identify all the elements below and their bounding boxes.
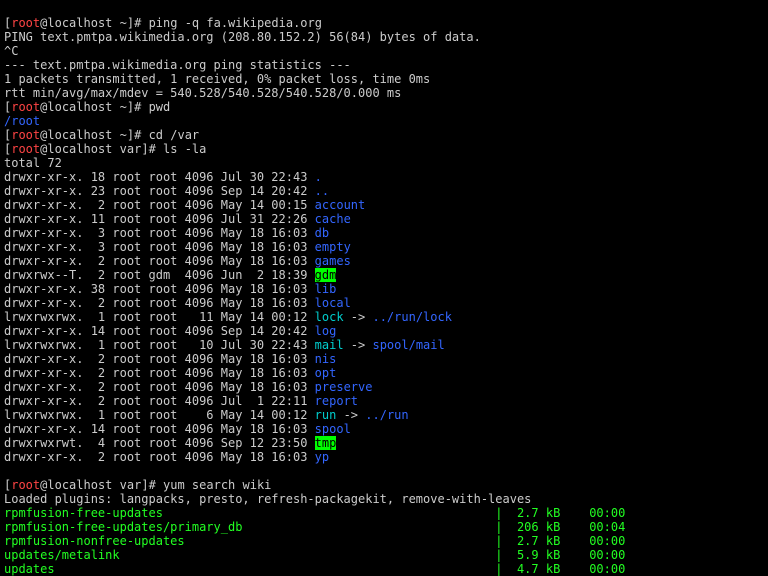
yum-row: rpmfusion-free-updates | 2.7 kB 00:00 [4, 506, 764, 520]
prompt: [root@localhost var]# [4, 142, 156, 156]
ls-row: drwxr-xr-x. 18 root root 4096 Jul 30 22:… [4, 170, 764, 184]
ls-row: drwxr-xr-x. 11 root root 4096 Jul 31 22:… [4, 212, 764, 226]
yum-row: rpmfusion-free-updates/primary_db | 206 … [4, 520, 764, 534]
cmd: ping -q fa.wikipedia.org [149, 16, 322, 30]
cmd: pwd [149, 100, 171, 114]
yum-row: updates | 4.7 kB 00:00 [4, 562, 764, 576]
yum-output: rpmfusion-free-updates | 2.7 kB 00:00rpm… [4, 506, 764, 576]
ls-total: total 72 [4, 156, 62, 170]
ls-listing: drwxr-xr-x. 18 root root 4096 Jul 30 22:… [4, 170, 764, 464]
yum-row: rpmfusion-nonfree-updates | 2.7 kB 00:00 [4, 534, 764, 548]
ping-stats-1: 1 packets transmitted, 1 received, 0% pa… [4, 72, 430, 86]
ls-row: drwxr-xr-x. 2 root root 4096 May 18 16:0… [4, 366, 764, 380]
terminal[interactable]: [root@localhost ~]# ping -q fa.wikipedia… [0, 0, 768, 576]
prompt: [root@localhost ~]# [4, 128, 141, 142]
yum-plugins: Loaded plugins: langpacks, presto, refre… [4, 492, 531, 506]
ls-row: drwxr-xr-x. 2 root root 4096 May 18 16:0… [4, 380, 764, 394]
ls-row: drwxrwx--T. 2 root gdm 4096 Jun 2 18:39 … [4, 268, 764, 282]
ping-interrupt: ^C [4, 44, 18, 58]
cmd: ls -la [163, 142, 206, 156]
ls-row: drwxr-xr-x. 2 root root 4096 May 18 16:0… [4, 450, 764, 464]
ls-row: drwxr-xr-x. 14 root root 4096 Sep 14 20:… [4, 324, 764, 338]
ls-row: drwxr-xr-x. 3 root root 4096 May 18 16:0… [4, 240, 764, 254]
ls-row: drwxr-xr-x. 23 root root 4096 Sep 14 20:… [4, 184, 764, 198]
ls-row: drwxr-xr-x. 38 root root 4096 May 18 16:… [4, 282, 764, 296]
cmd: yum search wiki [163, 478, 271, 492]
ls-row: drwxr-xr-x. 3 root root 4096 May 18 16:0… [4, 226, 764, 240]
ls-row: drwxr-xr-x. 2 root root 4096 May 18 16:0… [4, 296, 764, 310]
yum-row: updates/metalink | 5.9 kB 00:00 [4, 548, 764, 562]
ls-row: drwxr-xr-x. 2 root root 4096 May 14 00:1… [4, 198, 764, 212]
ping-stats-title: --- text.pmtpa.wikimedia.org ping statis… [4, 58, 351, 72]
ls-row: lrwxrwxrwx. 1 root root 10 Jul 30 22:43 … [4, 338, 764, 352]
ls-row: drwxr-xr-x. 2 root root 4096 May 18 16:0… [4, 254, 764, 268]
prompt: [root@localhost var]# [4, 478, 156, 492]
ls-row: drwxr-xr-x. 2 root root 4096 Jul 1 22:11… [4, 394, 764, 408]
ls-row: drwxrwxrwt. 4 root root 4096 Sep 12 23:5… [4, 436, 764, 450]
prompt: [root@localhost ~]# [4, 100, 141, 114]
pwd-output: /root [4, 114, 40, 128]
ls-row: drwxr-xr-x. 14 root root 4096 May 18 16:… [4, 422, 764, 436]
prompt: [root@localhost ~]# [4, 16, 141, 30]
ping-header: PING text.pmtpa.wikimedia.org (208.80.15… [4, 30, 481, 44]
ls-row: drwxr-xr-x. 2 root root 4096 May 18 16:0… [4, 352, 764, 366]
ping-stats-2: rtt min/avg/max/mdev = 540.528/540.528/5… [4, 86, 401, 100]
ls-row: lrwxrwxrwx. 1 root root 6 May 14 00:12 r… [4, 408, 764, 422]
cmd: cd /var [149, 128, 200, 142]
ls-row: lrwxrwxrwx. 1 root root 11 May 14 00:12 … [4, 310, 764, 324]
